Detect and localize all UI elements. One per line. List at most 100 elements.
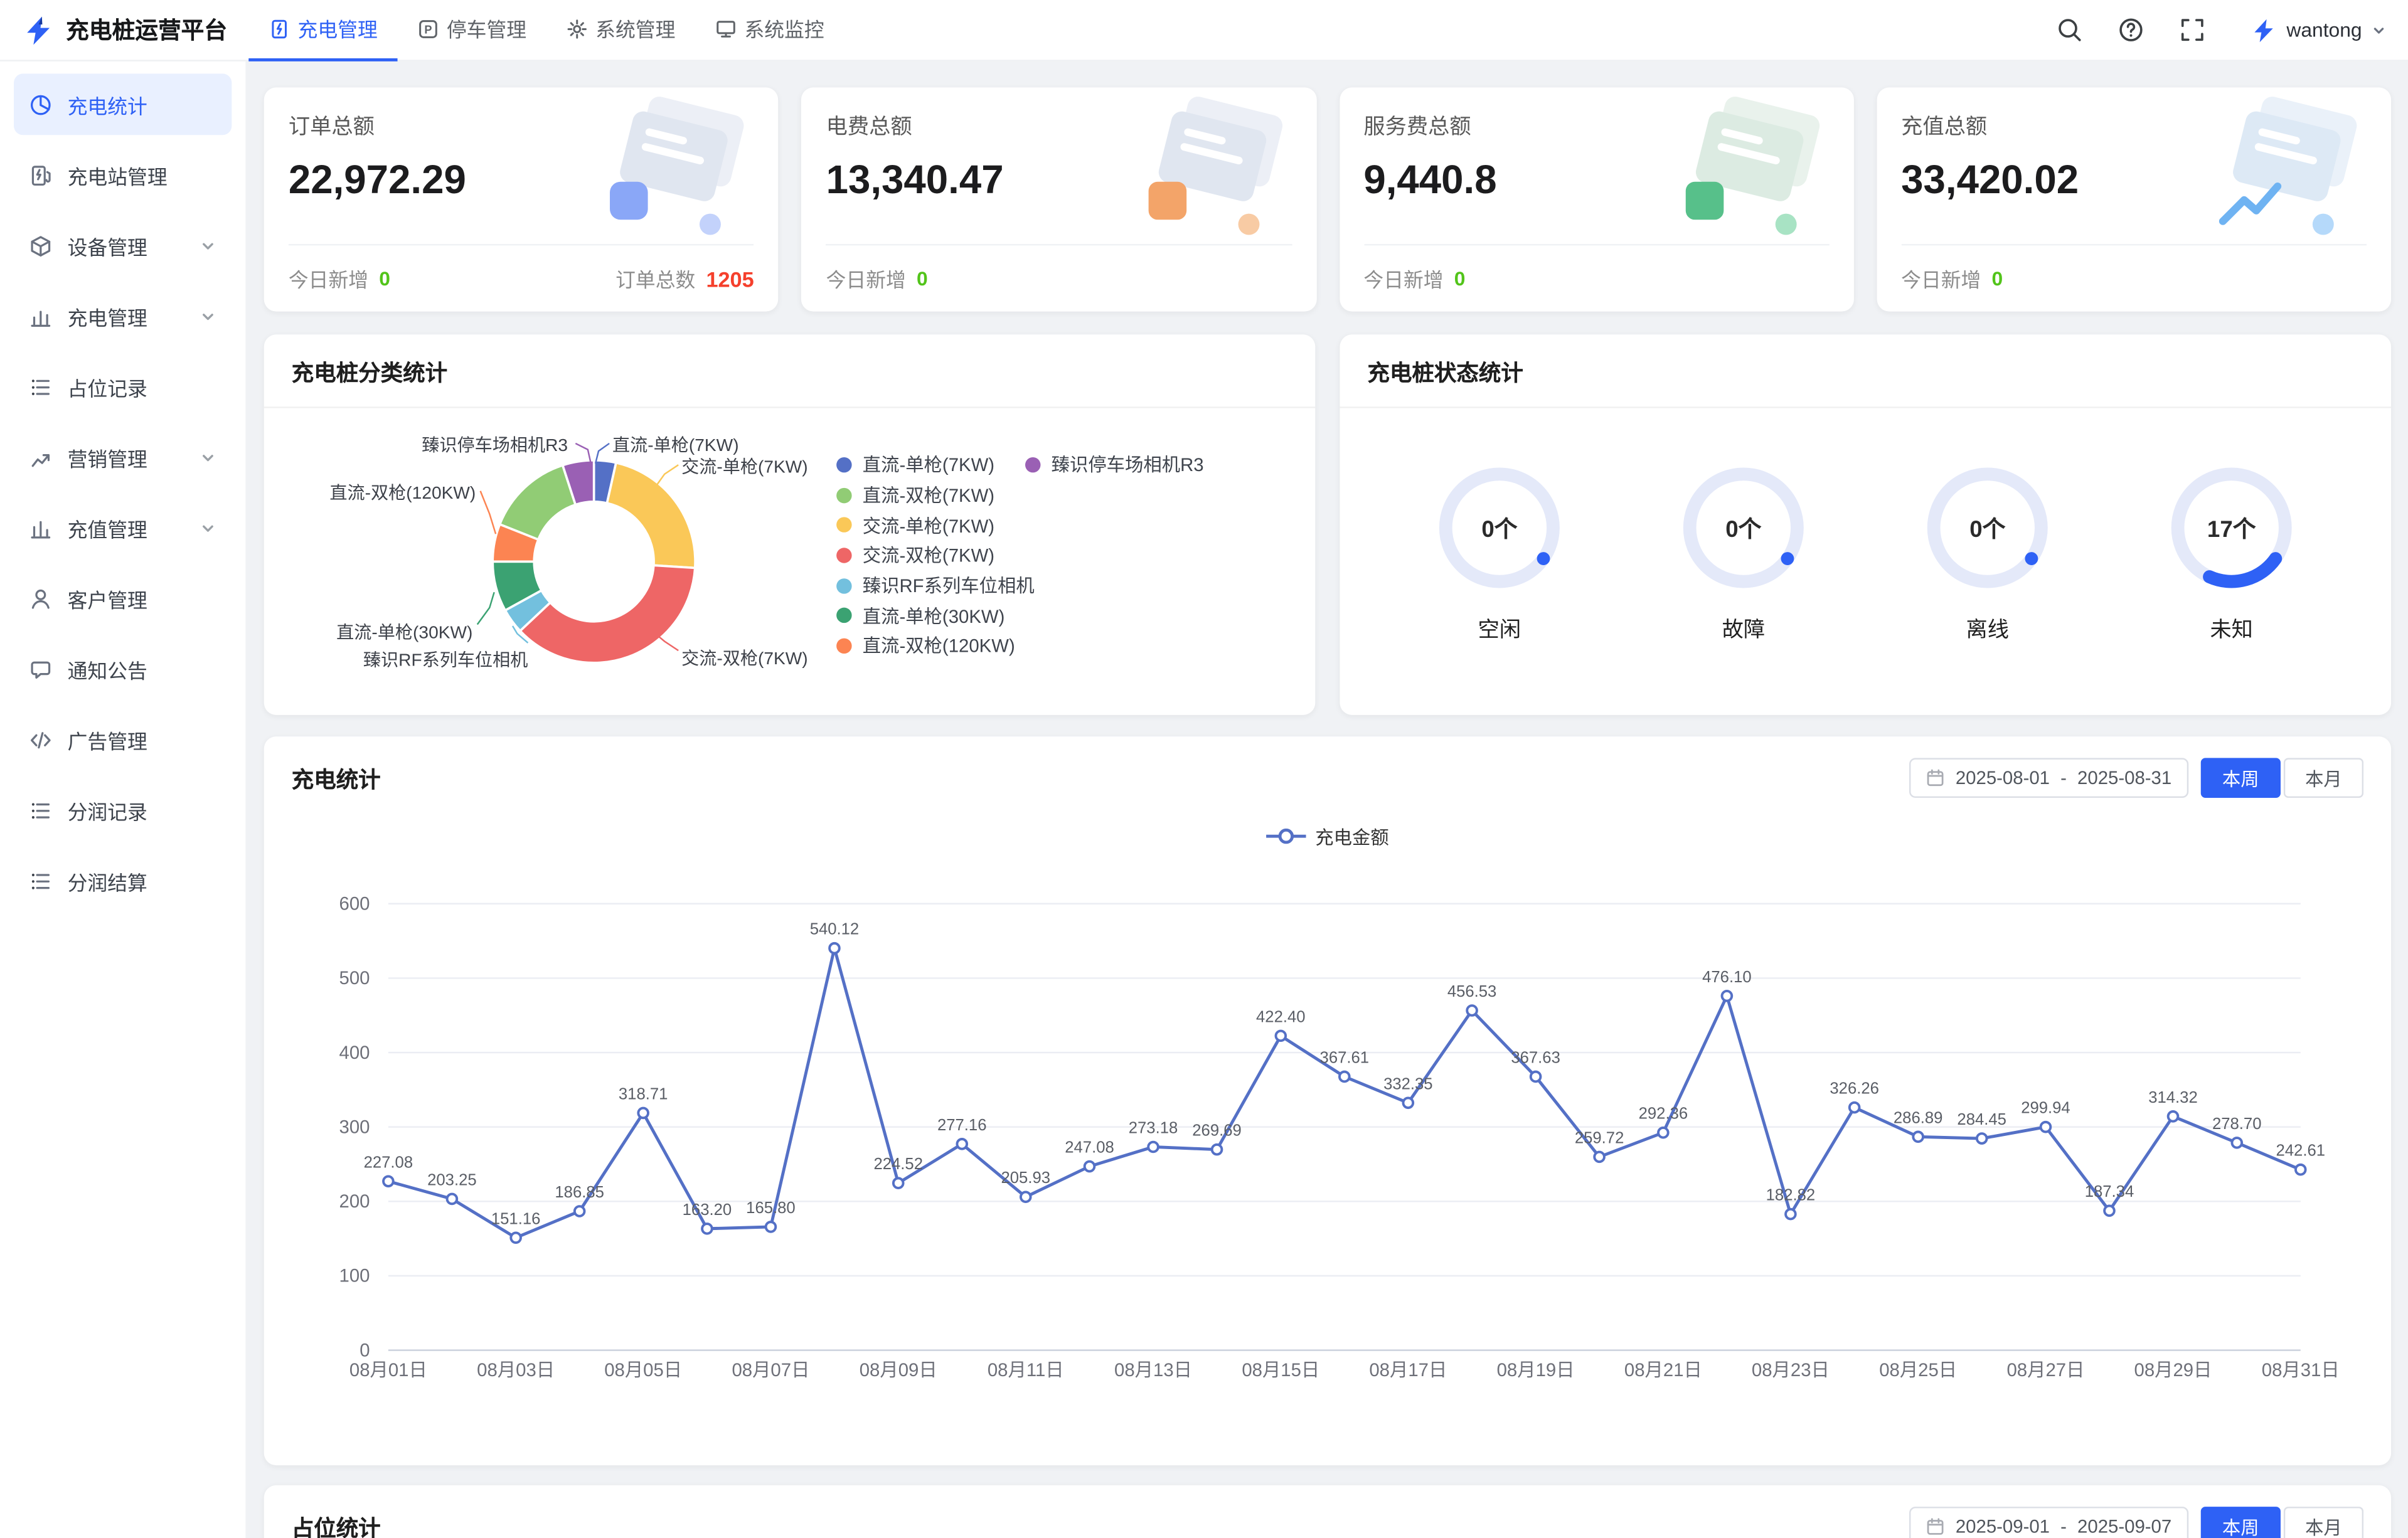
legend-label: 直流-单枪(7KW)	[863, 452, 994, 478]
legend-item[interactable]: 直流-双枪(7KW)	[836, 480, 1035, 510]
stat-card-electricity-total: 电费总额 13,340.47 今日新增0	[801, 87, 1316, 311]
top-bar: 充电桩运营平台 充电管理 P 停车管理 系统管理 系统监控	[0, 0, 2408, 61]
sidebar-item-profit-settlement[interactable]: 分润结算	[14, 850, 232, 911]
panel-title: 充电桩分类统计	[264, 334, 1316, 408]
line-legend-label: 充电金额	[1315, 823, 1388, 849]
legend-item[interactable]: 直流-双枪(120KW)	[836, 631, 1035, 661]
svg-text:259.72: 259.72	[1575, 1129, 1624, 1147]
date-start[interactable]: 2025-09-01	[1956, 1516, 2050, 1537]
status-ring-offline: 0个 离线	[1872, 464, 2102, 645]
sidebar-item-recharge-management[interactable]: 充值管理	[14, 497, 232, 559]
sidebar-item-occupy-records[interactable]: 占位记录	[14, 356, 232, 418]
status-ring-fault: 0个 故障	[1628, 464, 1858, 645]
trend-chart-icon	[29, 446, 52, 469]
svg-text:100: 100	[339, 1266, 370, 1286]
week-button[interactable]: 本周	[2201, 1507, 2281, 1538]
svg-text:476.10: 476.10	[1702, 968, 1752, 986]
status-label: 空闲	[1384, 613, 1614, 644]
svg-text:08月03日: 08月03日	[477, 1360, 555, 1381]
stat-card-service-fee-total: 服务费总额 9,440.8 今日新增0	[1339, 87, 1853, 311]
month-button[interactable]: 本月	[2284, 1507, 2363, 1538]
month-button[interactable]: 本月	[2284, 758, 2363, 798]
legend-item[interactable]: 臻识RF系列车位相机	[836, 570, 1035, 600]
legend-item[interactable]: 直流-单枪(7KW)	[836, 450, 1035, 480]
brand[interactable]: 充电桩运营平台	[21, 13, 245, 47]
donut-callout: 臻识停车场相机R3	[422, 433, 568, 457]
chevron-down-icon	[200, 448, 216, 465]
sidebar-item-profit-records[interactable]: 分润记录	[14, 780, 232, 841]
help-icon[interactable]	[2118, 17, 2144, 43]
tab-system-management[interactable]: 系统管理	[546, 0, 695, 61]
svg-text:163.20: 163.20	[683, 1201, 732, 1219]
calendar-icon	[1926, 769, 1944, 787]
today-new-value: 0	[1454, 267, 1466, 290]
middle-panels-row: 充电桩分类统计 臻识停车场相机	[264, 334, 2391, 715]
sidebar-item-marketing-management[interactable]: 营销管理	[14, 427, 232, 488]
date-range-picker[interactable]: 2025-09-01 - 2025-09-07	[1909, 1507, 2188, 1538]
tab-label: 充电管理	[298, 14, 378, 43]
occupy-chart-controls: 2025-09-01 - 2025-09-07 本周本月	[1909, 1507, 2363, 1538]
sidebar-item-ad-management[interactable]: 广告管理	[14, 709, 232, 770]
svg-text:224.52: 224.52	[873, 1155, 923, 1173]
sidebar-item-label: 充电统计	[68, 90, 147, 119]
svg-text:200: 200	[339, 1191, 370, 1212]
sidebar-item-charge-stats[interactable]: 充电统计	[14, 73, 232, 135]
svg-text:292.36: 292.36	[1639, 1105, 1688, 1123]
date-range-picker[interactable]: 2025-08-01 - 2025-08-31	[1909, 758, 2188, 798]
date-start[interactable]: 2025-08-01	[1956, 767, 2050, 788]
list-icon	[29, 869, 52, 893]
svg-text:187.34: 187.34	[2085, 1183, 2134, 1201]
chevron-down-icon	[200, 237, 216, 254]
svg-text:203.25: 203.25	[427, 1171, 477, 1189]
svg-text:08月05日: 08月05日	[604, 1360, 682, 1381]
sidebar-item-label: 分润记录	[68, 795, 147, 824]
sidebar-item-label: 充值管理	[68, 513, 147, 542]
legend-item[interactable]: 交流-单枪(7KW)	[836, 510, 1035, 540]
pile-category-chart: 臻识停车场相机R3 直流-单枪(7KW) 交流-单枪(7KW) 直流-双枪(12…	[264, 408, 1316, 708]
stat-card-order-total: 订单总额 22,972.29 今日新增0 订单总数1205	[264, 87, 779, 311]
svg-text:500: 500	[339, 968, 370, 989]
stat-value: 22,972.29	[289, 157, 754, 204]
chevron-down-icon	[200, 519, 216, 536]
fullscreen-icon[interactable]	[2179, 17, 2205, 43]
legend-dot	[836, 487, 851, 502]
user-menu[interactable]: wantong	[2250, 16, 2387, 44]
status-value: 0个	[1679, 464, 1808, 592]
sidebar-item-station-management[interactable]: 充电站管理	[14, 144, 232, 206]
stat-card-footer: 今日新增0 订单总数1205	[289, 244, 754, 293]
sidebar-item-device-management[interactable]: 设备管理	[14, 215, 232, 276]
tab-system-monitor[interactable]: 系统监控	[695, 0, 844, 61]
legend-item[interactable]: 臻识停车场相机R3	[1025, 450, 1204, 480]
search-icon[interactable]	[2056, 17, 2082, 43]
date-separator: -	[2060, 1516, 2067, 1537]
sidebar-item-notices[interactable]: 通知公告	[14, 639, 232, 700]
legend-item[interactable]: 交流-双枪(7KW)	[836, 540, 1035, 570]
donut-callout: 直流-单枪(30KW)	[336, 620, 472, 644]
week-button[interactable]: 本周	[2201, 758, 2281, 798]
tab-parking-management[interactable]: P 停车管理	[398, 0, 546, 61]
list-icon	[29, 798, 52, 822]
svg-text:08月31日: 08月31日	[2262, 1360, 2340, 1381]
legend-item[interactable]: 直流-单枪(30KW)	[836, 601, 1035, 631]
legend-dot	[836, 608, 851, 623]
sidebar-item-label: 广告管理	[68, 725, 147, 754]
today-new-label: 今日新增	[826, 264, 906, 293]
today-new-value: 0	[1992, 267, 2003, 290]
sidebar-item-charge-management[interactable]: 充电管理	[14, 285, 232, 347]
sidebar: 充电统计 充电站管理 设备管理 充电管理 占位记录 营销管理 充值管理	[0, 61, 245, 1538]
user-org-logo-icon	[2250, 16, 2277, 44]
svg-text:314.32: 314.32	[2148, 1089, 2198, 1106]
date-end[interactable]: 2025-09-07	[2077, 1516, 2171, 1537]
legend-label: 交流-双枪(7KW)	[863, 542, 994, 568]
donut-callout: 交流-双枪(7KW)	[681, 646, 808, 671]
tab-label: 系统监控	[744, 14, 824, 43]
line-chart: 010020030040050060008月01日08月03日08月05日08月…	[292, 866, 2363, 1410]
date-end[interactable]: 2025-08-31	[2077, 767, 2171, 788]
stat-card-footer: 今日新增0	[826, 244, 1292, 293]
sidebar-item-customer-management[interactable]: 客户管理	[14, 568, 232, 629]
line-legend[interactable]: 充电金额	[264, 816, 2391, 856]
chat-bubble-icon	[29, 657, 52, 681]
stat-cards-row: 订单总额 22,972.29 今日新增0 订单总数1205 电费总额 13,34…	[264, 87, 2391, 311]
tab-charge-management[interactable]: 充电管理	[248, 0, 397, 61]
app-window: 充电桩运营平台 充电管理 P 停车管理 系统管理 系统监控	[0, 0, 2408, 1538]
